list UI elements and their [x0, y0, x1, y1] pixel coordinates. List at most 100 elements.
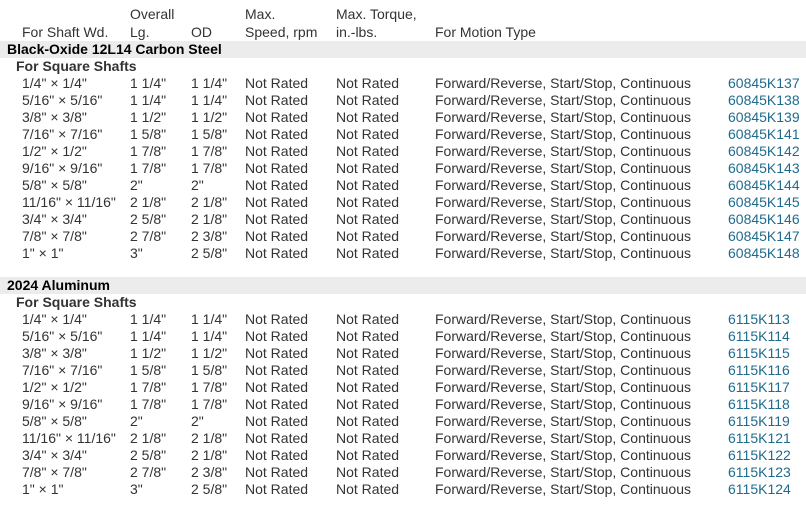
max-torque-cell: Not Rated	[336, 362, 400, 378]
shaft-width-cell: 3/4" × 3/4"	[22, 211, 87, 227]
table-row: 7/8" × 7/8" 2 7/8" 2 3/8" Not Rated Not Rate…	[0, 228, 806, 245]
part-number-link[interactable]: 60845K143	[728, 160, 800, 176]
part-number-cell: 60845K148	[728, 245, 806, 262]
shaft-width-cell: 5/16" × 5/16"	[22, 328, 103, 344]
od-cell: 1 1/4"	[191, 92, 228, 108]
max-torque-cell: Not Rated	[336, 464, 400, 480]
od-cell: 1 5/8"	[191, 362, 228, 378]
overall-length-cell: 1 7/8"	[130, 160, 167, 176]
shaft-width-cell: 9/16" × 9/16"	[22, 396, 103, 412]
od-cell: 2 3/8"	[191, 228, 228, 244]
shaft-width-cell: 1/2" × 1/2"	[22, 143, 87, 159]
section-title: Black-Oxide 12L14 Carbon Steel	[0, 41, 806, 58]
od-cell: 1 1/4"	[191, 75, 228, 91]
part-number-link[interactable]: 6115K121	[728, 430, 791, 446]
overall-length-cell: 3"	[130, 481, 143, 497]
max-speed-cell: Not Rated	[245, 109, 309, 125]
max-speed-cell: Not Rated	[245, 345, 309, 361]
table-row: 1/2" × 1/2" 1 7/8" 1 7/8" Not Rated Not Rate…	[0, 143, 806, 160]
part-number-cell: 6115K117	[728, 379, 806, 396]
part-number-link[interactable]: 6115K122	[728, 447, 791, 463]
shaft-width-cell: 5/8" × 5/8"	[22, 177, 87, 193]
max-torque-cell: Not Rated	[336, 379, 400, 395]
shaft-width-cell: 3/8" × 3/8"	[22, 345, 87, 361]
part-number-link[interactable]: 60845K147	[728, 228, 800, 244]
part-number-cell: 6115K122	[728, 447, 806, 464]
table-row: 5/16" × 5/16" 1 1/4" 1 1/4" Not Rated Not Ra…	[0, 328, 806, 345]
header-shaft-wd: For Shaft Wd.	[22, 24, 109, 40]
overall-length-cell: 2 1/8"	[130, 430, 167, 446]
table-row: 7/16" × 7/16" 1 5/8" 1 5/8" Not Rated Not Ra…	[0, 362, 806, 379]
part-number-link[interactable]: 60845K144	[728, 177, 800, 193]
motion-type-cell: Forward/Reverse, Start/Stop, Continuous	[435, 109, 692, 125]
part-number-link[interactable]: 6115K119	[728, 413, 790, 429]
subsection-title: For Square Shafts	[16, 294, 137, 310]
max-speed-cell: Not Rated	[245, 430, 309, 446]
part-number-link[interactable]: 6115K113	[728, 311, 790, 327]
od-cell: 2 1/8"	[191, 194, 228, 210]
max-torque-cell: Not Rated	[336, 413, 400, 429]
od-cell: 1 7/8"	[191, 160, 228, 176]
part-number-cell: 60845K138	[728, 92, 806, 109]
part-number-link[interactable]: 60845K139	[728, 109, 800, 125]
motion-type-cell: Forward/Reverse, Start/Stop, Continuous	[435, 177, 692, 193]
overall-length-cell: 1 5/8"	[130, 362, 167, 378]
motion-type-cell: Forward/Reverse, Start/Stop, Continuous	[435, 345, 692, 361]
header-overall-line2: Lg.	[130, 24, 150, 40]
header-speed-line2: Speed, rpm	[245, 24, 318, 40]
od-cell: 2 3/8"	[191, 464, 228, 480]
shaft-width-cell: 3/4" × 3/4"	[22, 447, 87, 463]
part-number-link[interactable]: 6115K123	[728, 464, 791, 480]
shaft-width-cell: 7/8" × 7/8"	[22, 228, 87, 244]
motion-type-cell: Forward/Reverse, Start/Stop, Continuous	[435, 413, 692, 429]
part-number-link[interactable]: 60845K138	[728, 92, 800, 108]
part-number-link[interactable]: 6115K114	[728, 328, 790, 344]
part-number-link[interactable]: 6115K117	[728, 379, 790, 395]
max-speed-cell: Not Rated	[245, 245, 309, 261]
shaft-width-cell: 1/2" × 1/2"	[22, 379, 87, 395]
overall-length-cell: 1 1/2"	[130, 109, 167, 125]
table-row: 3/8" × 3/8" 1 1/2" 1 1/2" Not Rated Not Rate…	[0, 109, 806, 126]
table-row: 1" × 1" 3" 2 5/8" Not Rated Not Rated Forward…	[0, 481, 806, 498]
header-part	[728, 23, 806, 41]
part-number-link[interactable]: 6115K118	[728, 396, 790, 412]
part-number-link[interactable]: 60845K142	[728, 143, 800, 159]
od-cell: 2 1/8"	[191, 447, 228, 463]
motion-type-cell: Forward/Reverse, Start/Stop, Continuous	[435, 328, 692, 344]
max-speed-cell: Not Rated	[245, 143, 309, 159]
max-torque-cell: Not Rated	[336, 75, 400, 91]
overall-length-cell: 1 7/8"	[130, 396, 167, 412]
part-number-link[interactable]: 60845K137	[728, 75, 800, 91]
part-number-link[interactable]: 60845K148	[728, 245, 800, 261]
shaft-width-cell: 9/16" × 9/16"	[22, 160, 103, 176]
table-row: 9/16" × 9/16" 1 7/8" 1 7/8" Not Rated Not Ra…	[0, 160, 806, 177]
max-torque-cell: Not Rated	[336, 109, 400, 125]
header-od: OD	[191, 24, 212, 40]
overall-length-cell: 1 7/8"	[130, 379, 167, 395]
section-title: 2024 Aluminum	[0, 277, 806, 294]
section-header-row: Black-Oxide 12L14 Carbon Steel	[0, 41, 806, 58]
part-number-link[interactable]: 6115K124	[728, 481, 791, 497]
part-number-cell: 6115K123	[728, 464, 806, 481]
max-speed-cell: Not Rated	[245, 160, 309, 176]
part-number-link[interactable]: 60845K141	[728, 126, 800, 142]
od-cell: 1 5/8"	[191, 126, 228, 142]
overall-length-cell: 1 1/4"	[130, 311, 167, 327]
max-torque-cell: Not Rated	[336, 211, 400, 227]
part-number-link[interactable]: 60845K146	[728, 211, 800, 227]
header-torque-line2: in.-lbs.	[336, 24, 378, 40]
table-body: Black-Oxide 12L14 Carbon Steel For Square…	[0, 41, 806, 498]
part-number-link[interactable]: 60845K145	[728, 194, 800, 210]
max-torque-cell: Not Rated	[336, 328, 400, 344]
part-number-link[interactable]: 6115K116	[728, 362, 790, 378]
shaft-width-cell: 3/8" × 3/8"	[22, 109, 87, 125]
table-row: 5/8" × 5/8" 2" 2" Not Rated Not Rated Forward…	[0, 177, 806, 194]
motion-type-cell: Forward/Reverse, Start/Stop, Continuous	[435, 396, 692, 412]
part-number-cell: 60845K143	[728, 160, 806, 177]
od-cell: 1 7/8"	[191, 396, 228, 412]
motion-type-cell: Forward/Reverse, Start/Stop, Continuous	[435, 160, 692, 176]
overall-length-cell: 1 7/8"	[130, 143, 167, 159]
part-number-link[interactable]: 6115K115	[728, 345, 790, 361]
motion-type-cell: Forward/Reverse, Start/Stop, Continuous	[435, 211, 692, 227]
overall-length-cell: 2 7/8"	[130, 228, 167, 244]
